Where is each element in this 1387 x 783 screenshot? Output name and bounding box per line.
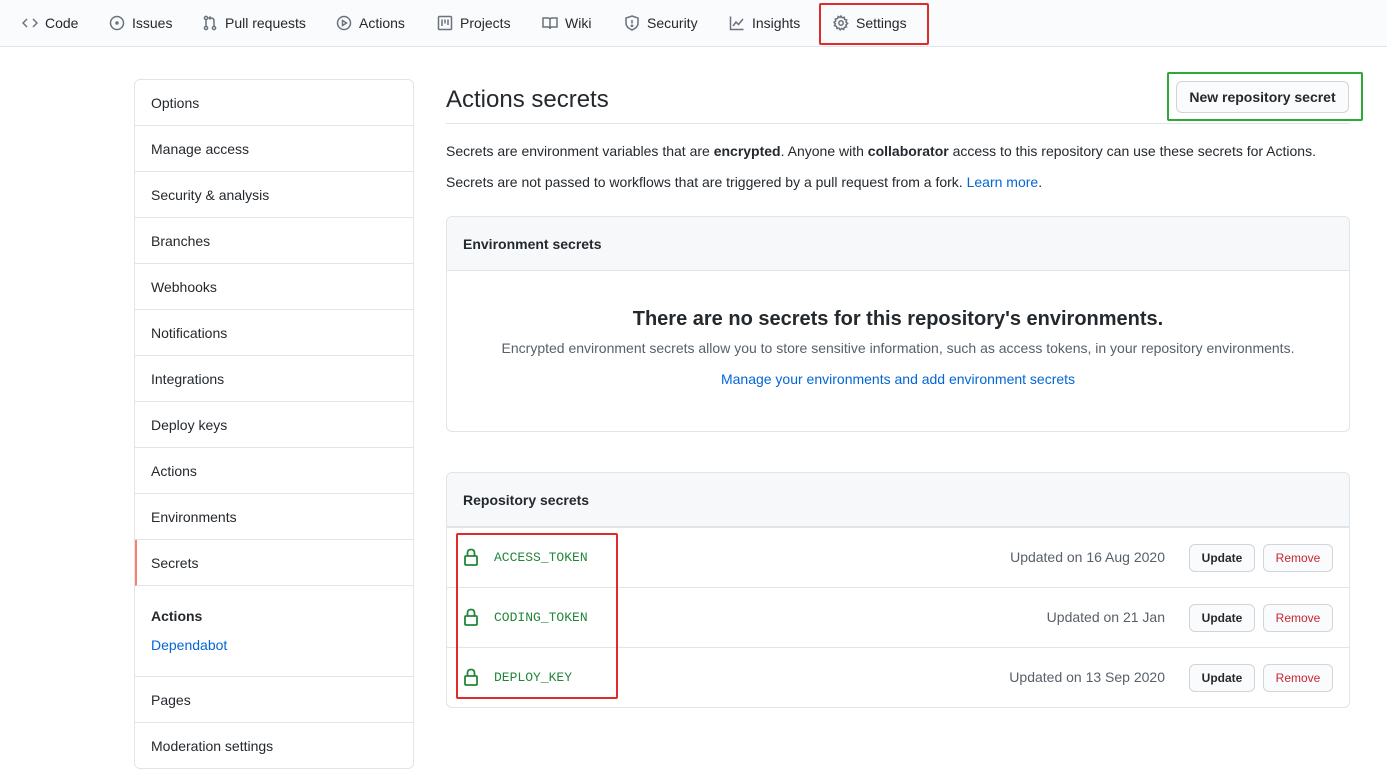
tab-insights[interactable]: Insights xyxy=(729,0,800,46)
tab-insights-label: Insights xyxy=(752,15,801,31)
tab-pull-requests[interactable]: Pull requests xyxy=(202,0,306,46)
sidebar-item-label: Deploy keys xyxy=(151,416,228,433)
sidebar-item-label: Options xyxy=(151,94,200,111)
sidebar-item-label: Environments xyxy=(151,508,237,525)
sidebar-item-integrations[interactable]: Integrations xyxy=(135,356,413,402)
secret-updated-date: Updated on 16 Aug 2020 xyxy=(1010,549,1165,565)
update-secret-button[interactable]: Update xyxy=(1189,664,1255,692)
secret-row: ACCESS_TOKEN Updated on 16 Aug 2020 Upda… xyxy=(447,527,1349,587)
tab-issues[interactable]: Issues xyxy=(109,0,172,46)
secret-name: DEPLOY_KEY xyxy=(494,670,573,685)
sidebar-link-dependabot[interactable]: Dependabot xyxy=(151,637,227,653)
lock-icon xyxy=(464,608,478,626)
sidebar-item-actions[interactable]: Actions xyxy=(135,448,413,494)
sidebar-item-label: Security & analysis xyxy=(151,186,270,203)
sidebar-item-options[interactable]: Options xyxy=(135,80,413,126)
update-secret-button[interactable]: Update xyxy=(1189,544,1255,572)
sidebar-item-label: Manage access xyxy=(151,140,250,157)
book-icon xyxy=(542,15,558,31)
remove-secret-button[interactable]: Remove xyxy=(1263,604,1333,632)
tab-wiki[interactable]: Wiki xyxy=(542,0,591,46)
graph-icon xyxy=(729,15,745,31)
sidebar-item-label: Webhooks xyxy=(151,278,217,295)
environment-secrets-header: Environment secrets xyxy=(447,217,1349,271)
desc-text: . Anyone with xyxy=(780,143,868,159)
code-icon xyxy=(22,15,38,31)
sidebar-item-webhooks[interactable]: Webhooks xyxy=(135,264,413,310)
repository-secrets-box: Repository secrets ACCESS_TOKEN Updated … xyxy=(446,472,1350,708)
sidebar-item-environments[interactable]: Environments xyxy=(135,494,413,540)
sidebar-item-label: Notifications xyxy=(151,324,228,341)
git-pull-request-icon xyxy=(202,15,218,31)
environment-blank-title: There are no secrets for this repository… xyxy=(632,308,1164,330)
tab-projects[interactable]: Projects xyxy=(437,0,511,46)
sidebar-item-branches[interactable]: Branches xyxy=(135,218,413,264)
sidebar-item-label: Secrets xyxy=(151,554,199,571)
gear-icon xyxy=(833,15,849,31)
desc-text: Secrets are environment variables that a… xyxy=(446,143,714,159)
secrets-description: Secrets are environment variables that a… xyxy=(446,143,1316,159)
sidebar-item-label: Integrations xyxy=(151,370,225,387)
sidebar-item-moderation-settings[interactable]: Moderation settings xyxy=(135,723,413,768)
sidebar-item-notifications[interactable]: Notifications xyxy=(135,310,413,356)
secret-row: CODING_TOKEN Updated on 21 Jan Update Re… xyxy=(447,587,1349,647)
secret-updated-date: Updated on 13 Sep 2020 xyxy=(1009,669,1165,685)
learn-more-link[interactable]: Learn more xyxy=(967,174,1039,190)
environment-blank-description: Encrypted environment secrets allow you … xyxy=(501,340,1295,356)
manage-environments-link[interactable]: Manage your environments and add environ… xyxy=(447,371,1349,387)
secret-updated-date: Updated on 21 Jan xyxy=(1046,609,1165,625)
tab-issues-label: Issues xyxy=(132,15,173,31)
remove-secret-button[interactable]: Remove xyxy=(1263,664,1333,692)
secret-row: DEPLOY_KEY Updated on 13 Sep 2020 Update… xyxy=(447,647,1349,707)
tab-actions[interactable]: Actions xyxy=(336,0,405,46)
tab-security-label: Security xyxy=(647,15,698,31)
sidebar-item-manage-access[interactable]: Manage access xyxy=(135,126,413,172)
shield-icon xyxy=(624,15,640,31)
sidebar-item-label: Branches xyxy=(151,232,211,249)
repo-nav: Code Issues Pull requests Actions Projec… xyxy=(0,0,1387,47)
play-icon xyxy=(336,15,352,31)
fork-note-end: . xyxy=(1038,174,1043,190)
desc-bold-collaborator: collaborator xyxy=(867,143,949,159)
fork-note-text: Secrets are not passed to workflows that… xyxy=(446,174,967,190)
secret-name: ACCESS_TOKEN xyxy=(494,550,588,565)
lock-icon xyxy=(464,548,478,566)
remove-secret-button[interactable]: Remove xyxy=(1263,544,1333,572)
page-title: Actions secrets xyxy=(446,86,609,113)
fork-note: Secrets are not passed to workflows that… xyxy=(446,174,1042,190)
title-divider xyxy=(446,123,1350,124)
repository-secrets-header: Repository secrets xyxy=(447,473,1349,527)
lock-icon xyxy=(464,668,478,686)
issue-opened-icon xyxy=(109,15,125,31)
sidebar-item-label: Moderation settings xyxy=(151,738,274,754)
update-secret-button[interactable]: Update xyxy=(1189,604,1255,632)
tab-wiki-label: Wiki xyxy=(565,15,592,31)
sidebar-secrets-subgroup: Actions Dependabot xyxy=(135,586,413,677)
desc-bold-encrypted: encrypted xyxy=(713,143,781,159)
tab-actions-label: Actions xyxy=(359,15,405,31)
sidebar-item-pages[interactable]: Pages xyxy=(135,677,413,723)
sidebar-item-label: Actions xyxy=(151,462,197,479)
tab-settings-label: Settings xyxy=(856,15,907,31)
tab-projects-label: Projects xyxy=(460,15,511,31)
sidebar-subgroup-title: Actions xyxy=(151,608,203,624)
environment-secrets-box: Environment secrets There are no secrets… xyxy=(446,216,1350,432)
tab-pull-requests-label: Pull requests xyxy=(225,15,306,31)
desc-text: access to this repository can use these … xyxy=(948,143,1316,159)
sidebar-item-deploy-keys[interactable]: Deploy keys xyxy=(135,402,413,448)
tab-security[interactable]: Security xyxy=(624,0,698,46)
sidebar-item-secrets[interactable]: Secrets xyxy=(135,540,413,586)
secret-name: CODING_TOKEN xyxy=(494,610,588,625)
project-icon xyxy=(437,15,453,31)
new-repository-secret-button[interactable]: New repository secret xyxy=(1176,81,1349,113)
sidebar-item-security-analysis[interactable]: Security & analysis xyxy=(135,172,413,218)
tab-code[interactable]: Code xyxy=(22,0,78,46)
tab-code-label: Code xyxy=(45,15,79,31)
tab-settings[interactable]: Settings xyxy=(833,0,907,46)
sidebar-item-label: Pages xyxy=(151,691,191,708)
settings-sidebar: Options Manage access Security & analysi… xyxy=(134,79,414,769)
